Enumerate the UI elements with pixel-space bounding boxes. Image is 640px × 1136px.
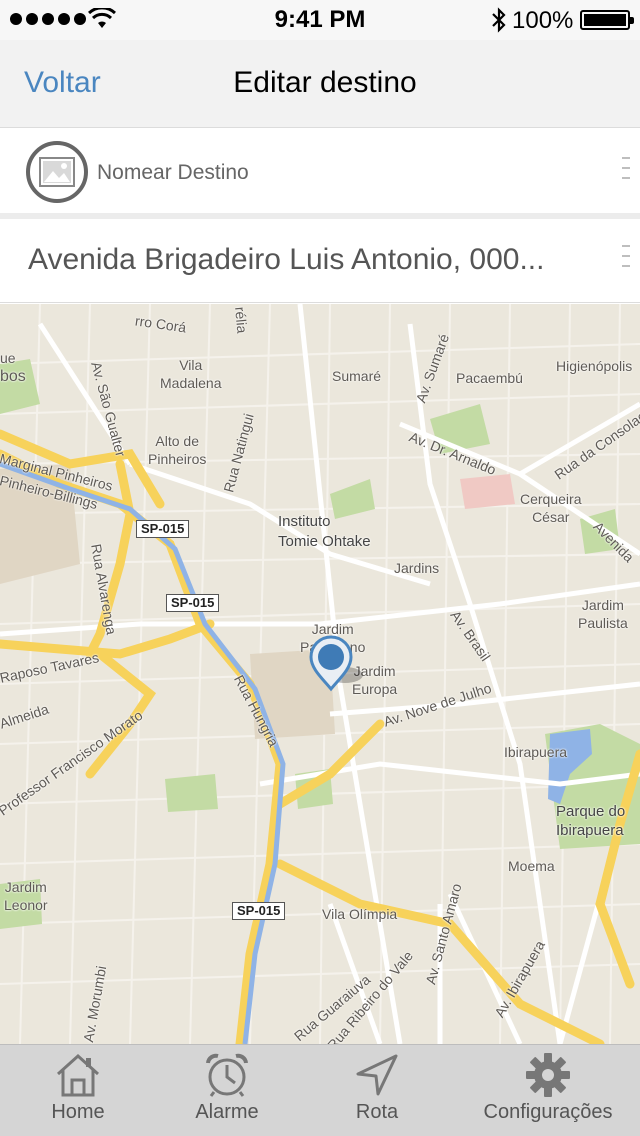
tab-alarme[interactable]: Alarme bbox=[156, 1045, 298, 1136]
map-label: bos bbox=[0, 368, 26, 385]
bluetooth-icon bbox=[492, 7, 506, 33]
home-icon bbox=[56, 1053, 100, 1097]
map-label: Vila Madalena bbox=[160, 357, 222, 391]
map-label: Jardim Leonor bbox=[4, 879, 48, 913]
map-label: rélia bbox=[232, 306, 251, 334]
destination-name-field[interactable]: Nomear Destino bbox=[97, 161, 249, 185]
destination-address[interactable]: Avenida Brigadeiro Luis Antonio, 000... bbox=[28, 243, 544, 277]
map-label-parque: Parque do Ibirapuera bbox=[556, 803, 626, 839]
page-title: Editar destino bbox=[233, 66, 417, 99]
tab-rota[interactable]: Rota bbox=[298, 1045, 456, 1136]
tab-label: Configurações bbox=[483, 1101, 613, 1123]
map-view[interactable]: rro Corá rélia ue bos Vila Madalena Av. … bbox=[0, 304, 640, 1044]
map-pin-icon[interactable] bbox=[309, 635, 365, 695]
map-label: Moema bbox=[508, 858, 555, 874]
map-label: Cerqueira César bbox=[520, 491, 582, 525]
tab-home[interactable]: Home bbox=[0, 1045, 156, 1136]
alarm-clock-icon bbox=[206, 1053, 248, 1097]
highway-shield: SP-015 bbox=[166, 594, 220, 612]
map-label: Pacaembú bbox=[456, 370, 523, 386]
battery-percent: 100% bbox=[512, 7, 574, 34]
map-label: Vila Olímpia bbox=[322, 906, 398, 922]
navigation-arrow-icon bbox=[356, 1054, 398, 1096]
drag-handle-icon[interactable] bbox=[620, 153, 632, 191]
battery-icon bbox=[580, 10, 634, 30]
tab-label: Rota bbox=[355, 1101, 399, 1123]
destination-name-row[interactable]: Nomear Destino bbox=[0, 131, 640, 213]
map-label-instituto: Instituto Tomie Ohtake bbox=[278, 513, 371, 550]
navigation-bar: Voltar Editar destino bbox=[0, 40, 640, 128]
map-label: Sumaré bbox=[332, 368, 382, 384]
highway-shield: SP-015 bbox=[136, 520, 190, 538]
gear-icon bbox=[526, 1053, 570, 1097]
tab-label: Alarme bbox=[195, 1101, 259, 1123]
photo-placeholder-icon[interactable] bbox=[26, 141, 88, 203]
destination-address-row[interactable]: Avenida Brigadeiro Luis Antonio, 000... bbox=[0, 219, 640, 303]
map-label: Jardins bbox=[394, 560, 440, 576]
map-label: Ibirapuera bbox=[504, 744, 568, 760]
highway-shield: SP-015 bbox=[232, 902, 286, 920]
map-label: Higienópolis bbox=[556, 358, 633, 374]
map-label: ue bbox=[0, 350, 16, 366]
map-label: Jardim Paulista bbox=[578, 597, 628, 631]
status-bar: 9:41 PM 100% bbox=[0, 0, 640, 40]
drag-handle-icon[interactable] bbox=[620, 241, 632, 279]
map-label: Alto de Pinheiros bbox=[148, 433, 207, 467]
tab-label: Home bbox=[51, 1101, 105, 1123]
tab-configuracoes[interactable]: Configurações bbox=[456, 1045, 640, 1136]
tab-bar: Home Alarme Rota Configurações bbox=[0, 1044, 640, 1136]
